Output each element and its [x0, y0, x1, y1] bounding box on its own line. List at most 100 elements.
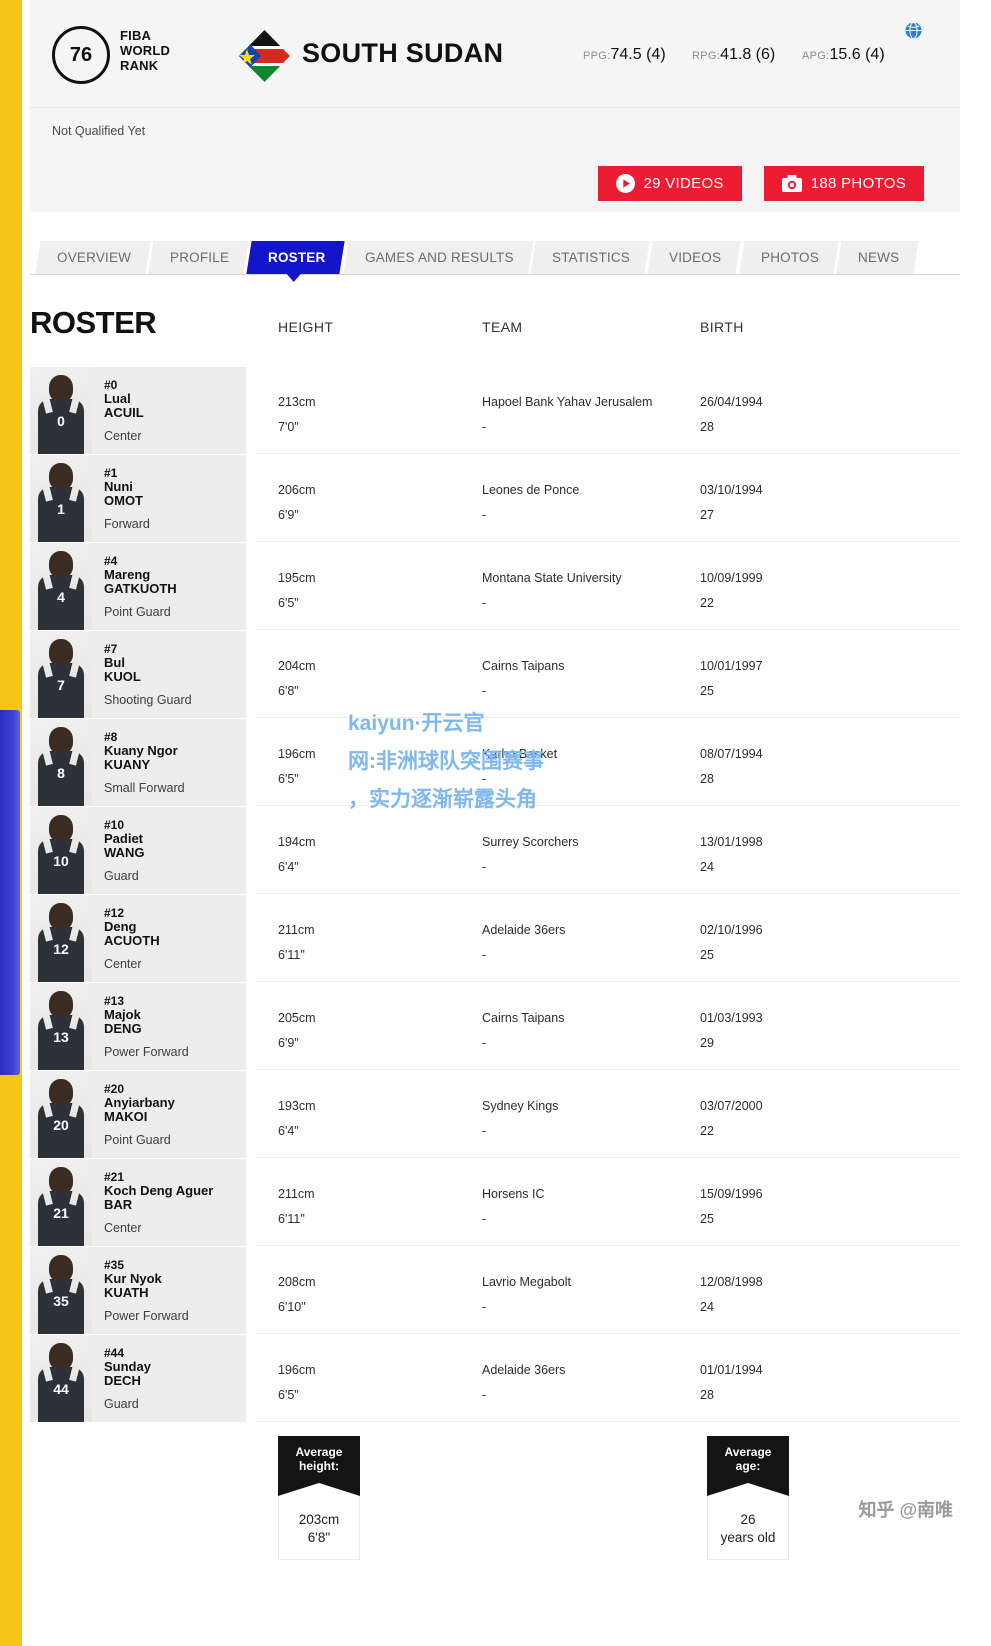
- average-age-number: 26: [740, 1512, 756, 1527]
- player-card[interactable]: 21 #21 Koch Deng Aguer BAR Center: [30, 1159, 246, 1246]
- player-first-name: Sunday: [104, 1359, 151, 1374]
- photos-button[interactable]: 188 PHOTOS: [763, 166, 924, 201]
- player-photo-head: [49, 375, 73, 402]
- table-row[interactable]: 7 #7 Bul KUOL Shooting Guard 204cm 6'8" Cairns …: [30, 631, 960, 718]
- player-data: 196cm 6'5" Adelaide 36ers - 01/01/1994 28: [256, 1335, 960, 1422]
- player-height-ft: 7'0": [278, 420, 299, 434]
- player-jersey-number: 44: [53, 1381, 69, 1397]
- player-data: 193cm 6'4" Sydney Kings - 03/07/2000 22: [256, 1071, 960, 1158]
- player-height-cm: 211cm: [278, 923, 315, 937]
- player-card[interactable]: 44 #44 Sunday DECH Guard: [30, 1335, 246, 1422]
- tab-news[interactable]: NEWS: [836, 241, 919, 274]
- videos-button[interactable]: 29 VIDEOS: [597, 166, 742, 201]
- player-first-name: Padiet: [104, 831, 144, 846]
- player-last-name: OMOT: [104, 493, 143, 508]
- player-jersey-number: 8: [57, 765, 65, 781]
- player-card[interactable]: 13 #13 Majok DENG Power Forward: [30, 983, 246, 1070]
- column-header-height: HEIGHT: [278, 319, 334, 335]
- player-height-ft: 6'5": [278, 596, 299, 610]
- player-age: 28: [700, 1388, 714, 1402]
- player-card[interactable]: 20 #20 Anyiarbany MAKOI Point Guard: [30, 1071, 246, 1158]
- player-data: 206cm 6'9" Leones de Ponce - 03/10/1994 27: [256, 455, 960, 542]
- player-card[interactable]: 12 #12 Deng ACUOTH Center: [30, 895, 246, 982]
- player-birthdate: 15/09/1996: [700, 1187, 763, 1201]
- table-row[interactable]: 20 #20 Anyiarbany MAKOI Point Guard 193cm 6'4"…: [30, 1071, 960, 1158]
- table-row[interactable]: 44 #44 Sunday DECH Guard 196cm 6'5" Adelaide 36…: [30, 1335, 960, 1422]
- tab-roster[interactable]: ROSTER: [246, 241, 346, 274]
- player-height-cm: 206cm: [278, 483, 316, 497]
- table-row[interactable]: 0 #0 Lual ACUIL Center 213cm 7'0" Hapoel Bank Y…: [30, 367, 960, 454]
- player-card[interactable]: 35 #35 Kur Nyok KUATH Power Forward: [30, 1247, 246, 1334]
- stat-rpg-value: 41.8 (6): [720, 46, 776, 63]
- player-team-sub: -: [482, 1388, 487, 1402]
- player-info: #20 Anyiarbany MAKOI Point Guard: [92, 1071, 246, 1158]
- player-age: 29: [700, 1036, 714, 1050]
- tab-photos[interactable]: PHOTOS: [739, 241, 839, 274]
- player-info: #13 Majok DENG Power Forward: [92, 983, 246, 1070]
- table-row[interactable]: 21 #21 Koch Deng Aguer BAR Center 211cm 6'11" H…: [30, 1159, 960, 1246]
- table-row[interactable]: 10 #10 Padiet WANG Guard 194cm 6'4" Surrey Scor…: [30, 807, 960, 894]
- player-first-name: Majok: [104, 1007, 141, 1022]
- player-photo: 21: [30, 1159, 92, 1246]
- player-height-cm: 208cm: [278, 1275, 316, 1289]
- player-position: Power Forward: [104, 1045, 189, 1059]
- player-card[interactable]: 0 #0 Lual ACUIL Center: [30, 367, 246, 454]
- average-height-tag-line-2: height:: [299, 1459, 339, 1473]
- tab-statistics-label: STATISTICS: [552, 250, 631, 265]
- player-birthdate: 08/07/1994: [700, 747, 763, 761]
- player-height-ft: 6'4": [278, 1124, 299, 1138]
- player-card[interactable]: 8 #8 Kuany Ngor KUANY Small Forward: [30, 719, 246, 806]
- player-age: 27: [700, 508, 714, 522]
- player-jersey-number: 1: [57, 501, 65, 517]
- player-jersey-number: 12: [53, 941, 69, 957]
- player-card[interactable]: 7 #7 Bul KUOL Shooting Guard: [30, 631, 246, 718]
- globe-icon[interactable]: [905, 22, 922, 39]
- player-jersey-number: 7: [57, 677, 65, 693]
- player-last-name: GATKUOTH: [104, 581, 177, 596]
- player-photo: 1: [30, 455, 92, 542]
- average-height-ft: 6'8": [307, 1530, 331, 1545]
- section-tabs: OVERVIEW PROFILE ROSTER GAMES AND RESULT…: [30, 239, 960, 275]
- player-first-name: Anyiarbany: [104, 1095, 175, 1110]
- table-row[interactable]: 8 #8 Kuany Ngor KUANY Small Forward 196cm 6'5"…: [30, 719, 960, 806]
- player-first-name: Lual: [104, 391, 131, 406]
- player-card[interactable]: 4 #4 Mareng GATKUOTH Point Guard: [30, 543, 246, 630]
- player-team: Surrey Scorchers: [482, 835, 579, 849]
- player-position: Center: [104, 957, 142, 971]
- player-first-name: Bul: [104, 655, 125, 670]
- rank-label-line-3: RANK: [120, 58, 159, 73]
- player-info: #12 Deng ACUOTH Center: [92, 895, 246, 982]
- player-team: Leones de Ponce: [482, 483, 580, 497]
- table-row[interactable]: 13 #13 Majok DENG Power Forward 205cm 6'9" Cair…: [30, 983, 960, 1070]
- player-data: 208cm 6'10" Lavrio Megabolt - 12/08/1998 24: [256, 1247, 960, 1334]
- table-row[interactable]: 1 #1 Nuni OMOT Forward 206cm 6'9" Leones de Pon…: [30, 455, 960, 542]
- table-row[interactable]: 12 #12 Deng ACUOTH Center 211cm 6'11" Adelaide …: [30, 895, 960, 982]
- player-card[interactable]: 1 #1 Nuni OMOT Forward: [30, 455, 246, 542]
- player-age: 22: [700, 596, 714, 610]
- player-age: 28: [700, 420, 714, 434]
- tab-profile[interactable]: PROFILE: [148, 241, 249, 274]
- player-photo-head: [49, 815, 73, 842]
- player-height-cm: 196cm: [278, 1363, 316, 1377]
- table-row[interactable]: 35 #35 Kur Nyok KUATH Power Forward 208cm 6'10…: [30, 1247, 960, 1334]
- player-height-cm: 194cm: [278, 835, 316, 849]
- player-card[interactable]: 10 #10 Padiet WANG Guard: [30, 807, 246, 894]
- player-data: 213cm 7'0" Hapoel Bank Yahav Jerusalem - 26/…: [256, 367, 960, 454]
- player-last-name: DENG: [104, 1021, 142, 1036]
- player-first-name: Mareng: [104, 567, 151, 582]
- team-header-top: 76 FIBA WORLD RANK SOUTH SUDAN PPG:74.5 …: [30, 0, 960, 108]
- player-data: 195cm 6'5" Montana State University - 10/09/…: [256, 543, 960, 630]
- player-birthdate: 10/09/1999: [700, 571, 763, 585]
- roster-table: 0 #0 Lual ACUIL Center 213cm 7'0" Hapoel Bank Y…: [30, 367, 960, 1422]
- table-row[interactable]: 4 #4 Mareng GATKUOTH Point Guard 195cm 6'5" Mon…: [30, 543, 960, 630]
- tab-videos[interactable]: VIDEOS: [647, 241, 742, 274]
- player-photo: 13: [30, 983, 92, 1070]
- tab-overview[interactable]: OVERVIEW: [35, 241, 151, 274]
- player-team-sub: -: [482, 684, 487, 698]
- tab-games-and-results[interactable]: GAMES AND RESULTS: [343, 241, 534, 274]
- player-data: 205cm 6'9" Cairns Taipans - 01/03/1993 29: [256, 983, 960, 1070]
- tab-statistics[interactable]: STATISTICS: [530, 241, 651, 274]
- average-height-box: Average height: 203cm 6'8": [278, 1436, 360, 1560]
- stat-apg: APG:15.6 (4): [802, 46, 885, 64]
- player-info: #4 Mareng GATKUOTH Point Guard: [92, 543, 246, 630]
